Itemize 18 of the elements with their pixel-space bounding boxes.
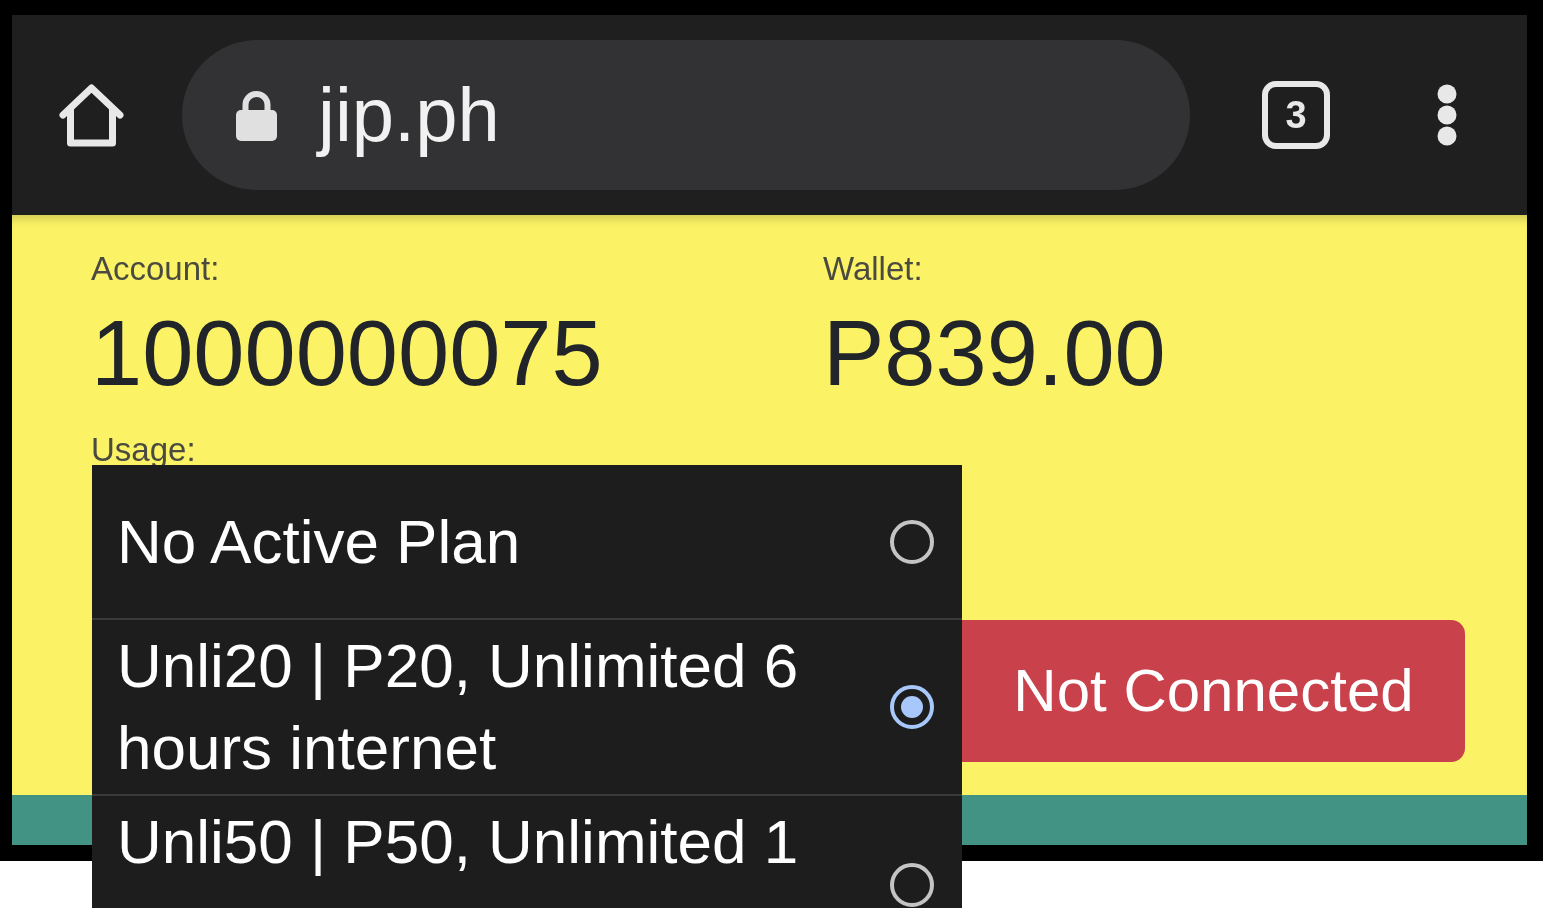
tab-switcher-button[interactable]: 3 (1262, 81, 1330, 149)
dropdown-option[interactable]: Unli20 | P20, Unlimited 6 hours internet (92, 618, 962, 794)
radio-icon[interactable] (889, 862, 935, 908)
address-bar[interactable]: jip.ph (182, 40, 1190, 190)
radio-icon[interactable] (889, 684, 935, 730)
wallet-balance: P839.00 (823, 307, 1166, 399)
home-icon[interactable] (58, 81, 125, 149)
url-text: jip.ph (318, 71, 500, 159)
account-label: Account: (91, 251, 220, 287)
connection-status-button[interactable]: Not Connected (962, 620, 1465, 762)
radio-icon[interactable] (889, 518, 935, 565)
usage-label: Usage: (91, 436, 196, 464)
wallet-label: Wallet: (823, 251, 923, 287)
dropdown-option[interactable]: No Active Plan (92, 465, 962, 618)
dropdown-option[interactable]: Unli50 | P50, Unlimited 1 (92, 794, 962, 908)
lock-icon (236, 89, 277, 141)
account-number: 1000000075 (91, 307, 603, 399)
more-menu-icon[interactable] (1437, 84, 1457, 146)
